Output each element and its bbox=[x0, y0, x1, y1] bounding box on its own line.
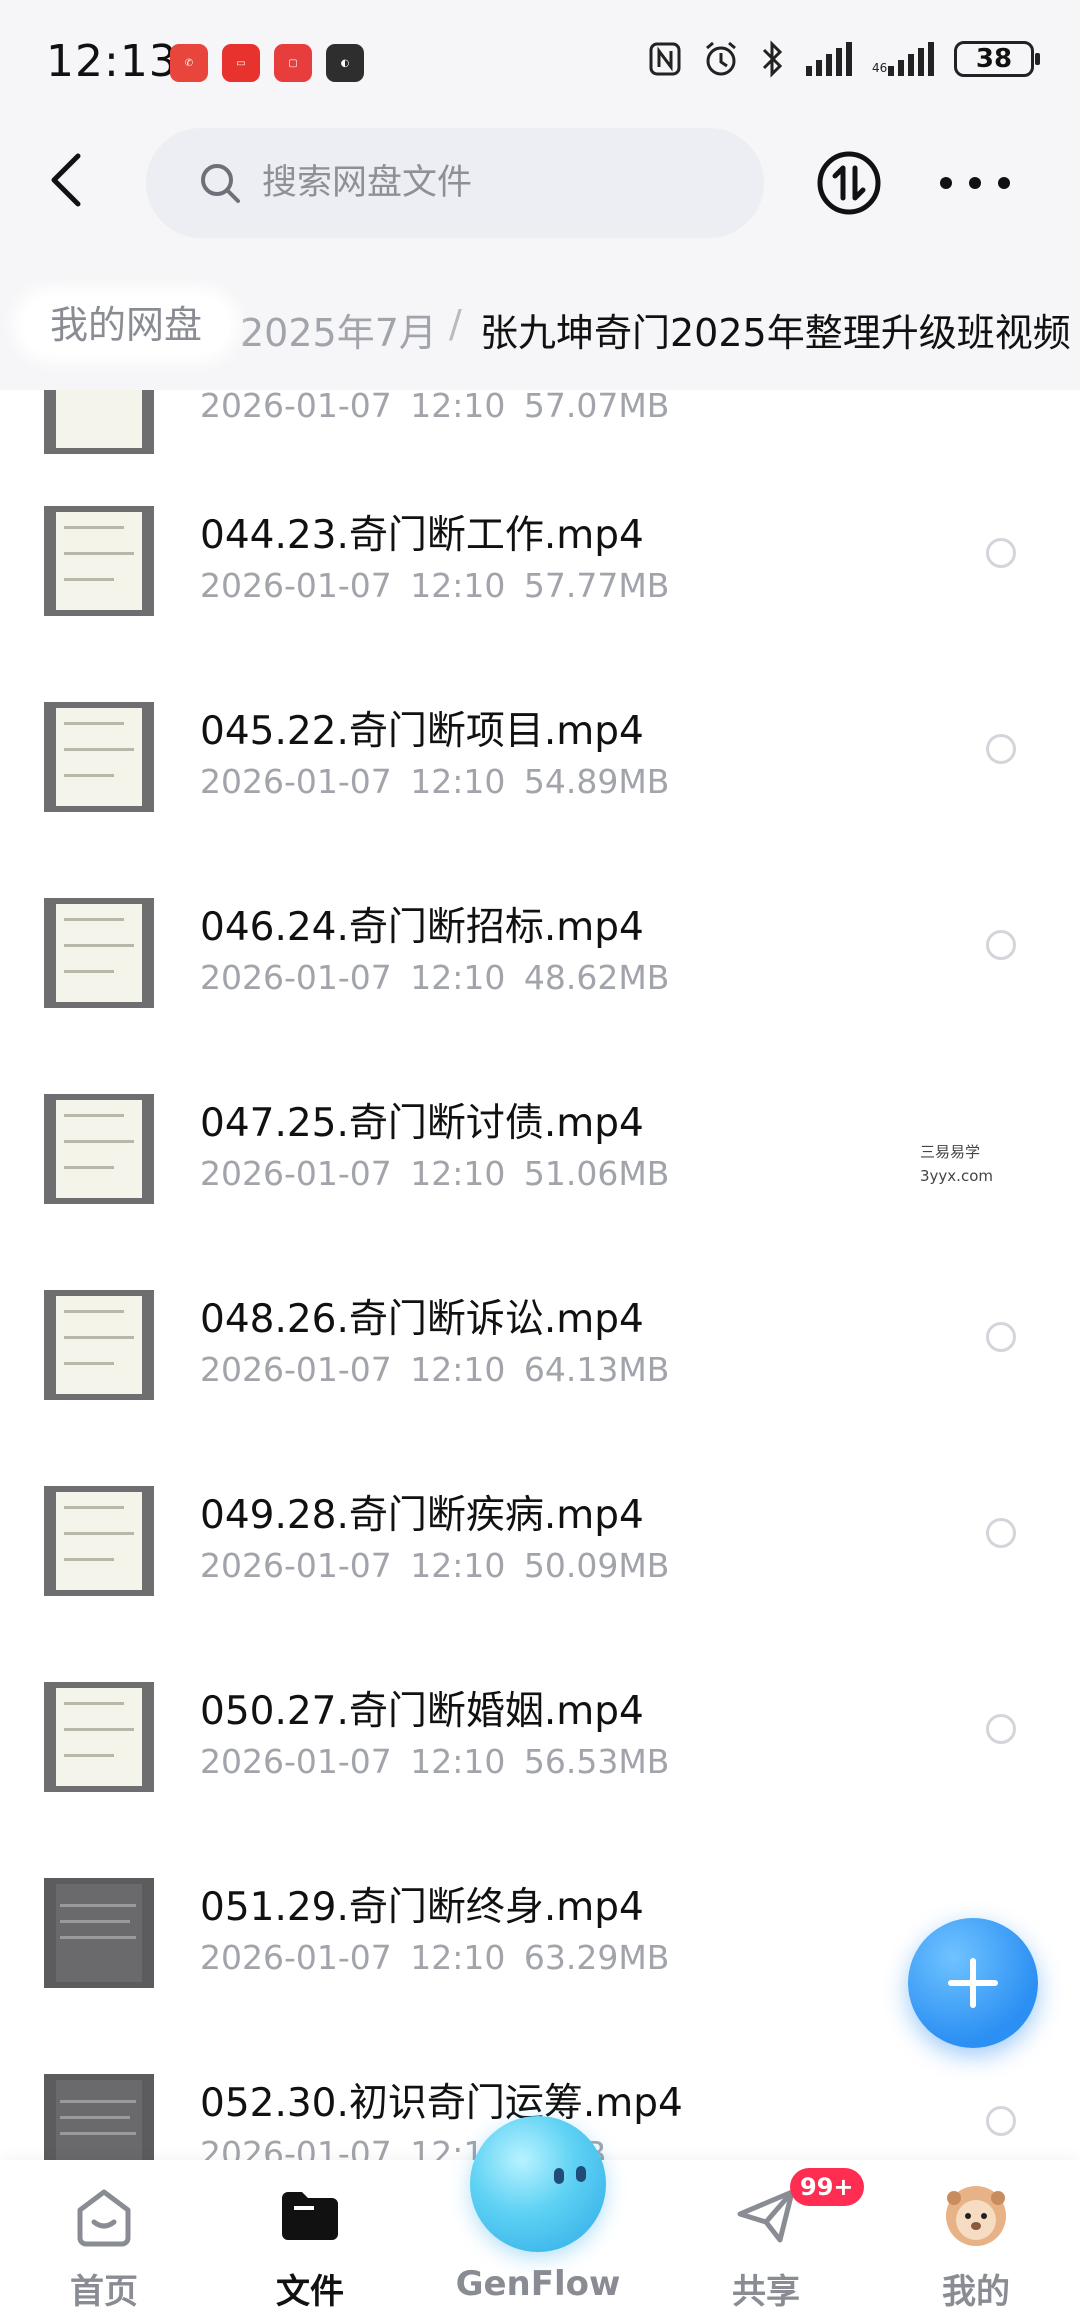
nav-label: GenFlow bbox=[455, 2264, 621, 2304]
battery-indicator: 38 bbox=[954, 41, 1040, 77]
video-thumbnail bbox=[44, 898, 154, 1008]
home-icon bbox=[77, 2189, 131, 2247]
search-box[interactable] bbox=[146, 128, 764, 238]
file-row[interactable]: 2026-01-07 12:10 57.07MB bbox=[0, 390, 1080, 496]
file-row[interactable]: 044.23.奇门断工作.mp4 2026-01-07 12:10 57.77M… bbox=[0, 496, 1080, 692]
avatar bbox=[946, 2186, 1006, 2246]
genflow-orb-icon[interactable] bbox=[470, 2116, 606, 2252]
nav-label: 文件 bbox=[276, 2272, 344, 2312]
file-meta: 2026-01-07 12:10 54.89MB bbox=[200, 762, 670, 801]
select-checkbox[interactable] bbox=[986, 1322, 1016, 1352]
select-checkbox[interactable] bbox=[986, 1714, 1016, 1744]
nav-label: 首页 bbox=[70, 2272, 138, 2312]
file-name: 045.22.奇门断项目.mp4 bbox=[200, 709, 644, 754]
dot-icon bbox=[940, 177, 952, 189]
file-meta: 2026-01-07 12:10 56.53MB bbox=[200, 1742, 670, 1781]
file-meta: 2026-01-07 12:10 64.13MB bbox=[200, 1350, 670, 1389]
dot-icon bbox=[969, 177, 981, 189]
eye-icon bbox=[554, 2168, 564, 2184]
add-button[interactable] bbox=[908, 1918, 1038, 2048]
notification-icons: ✆ ▭ ▢ ◐ bbox=[170, 44, 364, 82]
header bbox=[0, 120, 1080, 260]
bluetooth-icon bbox=[762, 40, 783, 78]
nfc-icon bbox=[649, 42, 681, 76]
svg-text:46: 46 bbox=[872, 61, 887, 75]
breadcrumb-folder[interactable]: 2025年7月 bbox=[240, 302, 437, 357]
eye-icon bbox=[576, 2166, 586, 2182]
chevron-left-icon bbox=[51, 153, 81, 207]
file-meta: 2026-01-07 12:10 48.62MB bbox=[200, 958, 670, 997]
file-name: 051.29.奇门断终身.mp4 bbox=[200, 1885, 644, 1930]
breadcrumb-separator: / bbox=[449, 302, 462, 346]
message-notification-icon: ▢ bbox=[274, 44, 312, 82]
huawei-notification-icon: ▭ bbox=[222, 44, 260, 82]
alarm-icon bbox=[706, 41, 736, 76]
file-name: 048.26.奇门断诉讼.mp4 bbox=[200, 1297, 644, 1342]
watermark-line: 3yyx.com bbox=[920, 1167, 993, 1185]
file-row[interactable]: 050.27.奇门断婚姻.mp4 2026-01-07 12:10 56.53M… bbox=[0, 1672, 1080, 1868]
nav-item-mine[interactable]: 我的 bbox=[886, 2160, 1066, 2324]
file-meta: 2026-01-07 12:10 51.06MB bbox=[200, 1154, 670, 1193]
select-checkbox[interactable] bbox=[986, 1518, 1016, 1548]
watermark: 三易易学 3yyx.com bbox=[920, 1140, 1000, 1188]
search-icon bbox=[201, 164, 240, 203]
status-time: 12:13 bbox=[46, 36, 178, 87]
breadcrumb: 2025年7月 / 张九坤奇门2025年整理升级班视频 我的网盘 bbox=[0, 260, 1080, 390]
search-input[interactable] bbox=[262, 163, 722, 203]
back-button[interactable] bbox=[40, 150, 90, 210]
select-checkbox[interactable] bbox=[986, 930, 1016, 960]
status-bar: 12:13 ✆ ▭ ▢ ◐ 46 38 bbox=[0, 0, 1080, 120]
video-thumbnail bbox=[44, 390, 154, 454]
signal-icon bbox=[806, 42, 852, 76]
video-thumbnail bbox=[44, 506, 154, 616]
nav-item-home[interactable]: 首页 bbox=[14, 2160, 194, 2324]
dot-icon bbox=[998, 177, 1010, 189]
file-row[interactable]: 049.28.奇门断疾病.mp4 2026-01-07 12:10 50.09M… bbox=[0, 1476, 1080, 1672]
file-name: 046.24.奇门断招标.mp4 bbox=[200, 905, 644, 950]
nav-label: 共享 bbox=[732, 2272, 800, 2312]
file-row[interactable]: 047.25.奇门断讨债.mp4 2026-01-07 12:10 51.06M… bbox=[0, 1084, 1080, 1280]
plus-icon bbox=[948, 1958, 998, 2008]
file-name: 050.27.奇门断婚姻.mp4 bbox=[200, 1689, 644, 1734]
file-name: 052.30.初识奇门运筹.mp4 bbox=[200, 2081, 683, 2126]
nav-item-files[interactable]: 文件 bbox=[220, 2160, 400, 2324]
select-checkbox[interactable] bbox=[986, 734, 1016, 764]
file-row[interactable]: 045.22.奇门断项目.mp4 2026-01-07 12:10 54.89M… bbox=[0, 692, 1080, 888]
more-options-button[interactable] bbox=[940, 160, 1010, 206]
video-thumbnail bbox=[44, 1094, 154, 1204]
transfer-icon[interactable] bbox=[816, 150, 882, 216]
watermark-line: 三易易学 bbox=[920, 1143, 981, 1161]
video-thumbnail bbox=[44, 702, 154, 812]
file-name: 044.23.奇门断工作.mp4 bbox=[200, 513, 644, 558]
select-checkbox[interactable] bbox=[986, 2106, 1016, 2136]
share-badge: 99+ bbox=[790, 2168, 864, 2206]
breadcrumb-current: 张九坤奇门2025年整理升级班视频 bbox=[480, 311, 1071, 355]
folder-icon bbox=[282, 2192, 338, 2240]
gallery-notification-icon: ◐ bbox=[326, 44, 364, 82]
file-list: 2026-01-07 12:10 57.07MB 044.23.奇门断工作.mp… bbox=[0, 390, 1080, 2160]
video-thumbnail bbox=[44, 1486, 154, 1596]
nav-label: 我的 bbox=[942, 2272, 1010, 2312]
file-meta: 2026-01-07 12:10 63.29MB bbox=[200, 1938, 670, 1977]
file-row[interactable]: 046.24.奇门断招标.mp4 2026-01-07 12:10 48.62M… bbox=[0, 888, 1080, 1084]
file-row[interactable]: 048.26.奇门断诉讼.mp4 2026-01-07 12:10 64.13M… bbox=[0, 1280, 1080, 1476]
video-thumbnail bbox=[44, 1878, 154, 1988]
signal-2-icon: 46 bbox=[872, 42, 934, 76]
video-thumbnail bbox=[44, 1682, 154, 1792]
select-checkbox[interactable] bbox=[986, 538, 1016, 568]
video-thumbnail bbox=[44, 2074, 154, 2160]
file-meta: 2026-01-07 12:10 57.77MB bbox=[200, 566, 670, 605]
file-name: 047.25.奇门断讨债.mp4 bbox=[200, 1101, 644, 1146]
system-icons: 46 38 bbox=[648, 40, 1040, 78]
file-name: 049.28.奇门断疾病.mp4 bbox=[200, 1493, 644, 1538]
breadcrumb-root[interactable]: 我的网盘 bbox=[22, 296, 231, 354]
file-meta: 2026-01-07 12:10 57.07MB bbox=[200, 390, 670, 425]
video-thumbnail bbox=[44, 1290, 154, 1400]
app-notification-icon: ✆ bbox=[170, 44, 208, 82]
file-meta: 2026-01-07 12:10 50.09MB bbox=[200, 1546, 670, 1585]
